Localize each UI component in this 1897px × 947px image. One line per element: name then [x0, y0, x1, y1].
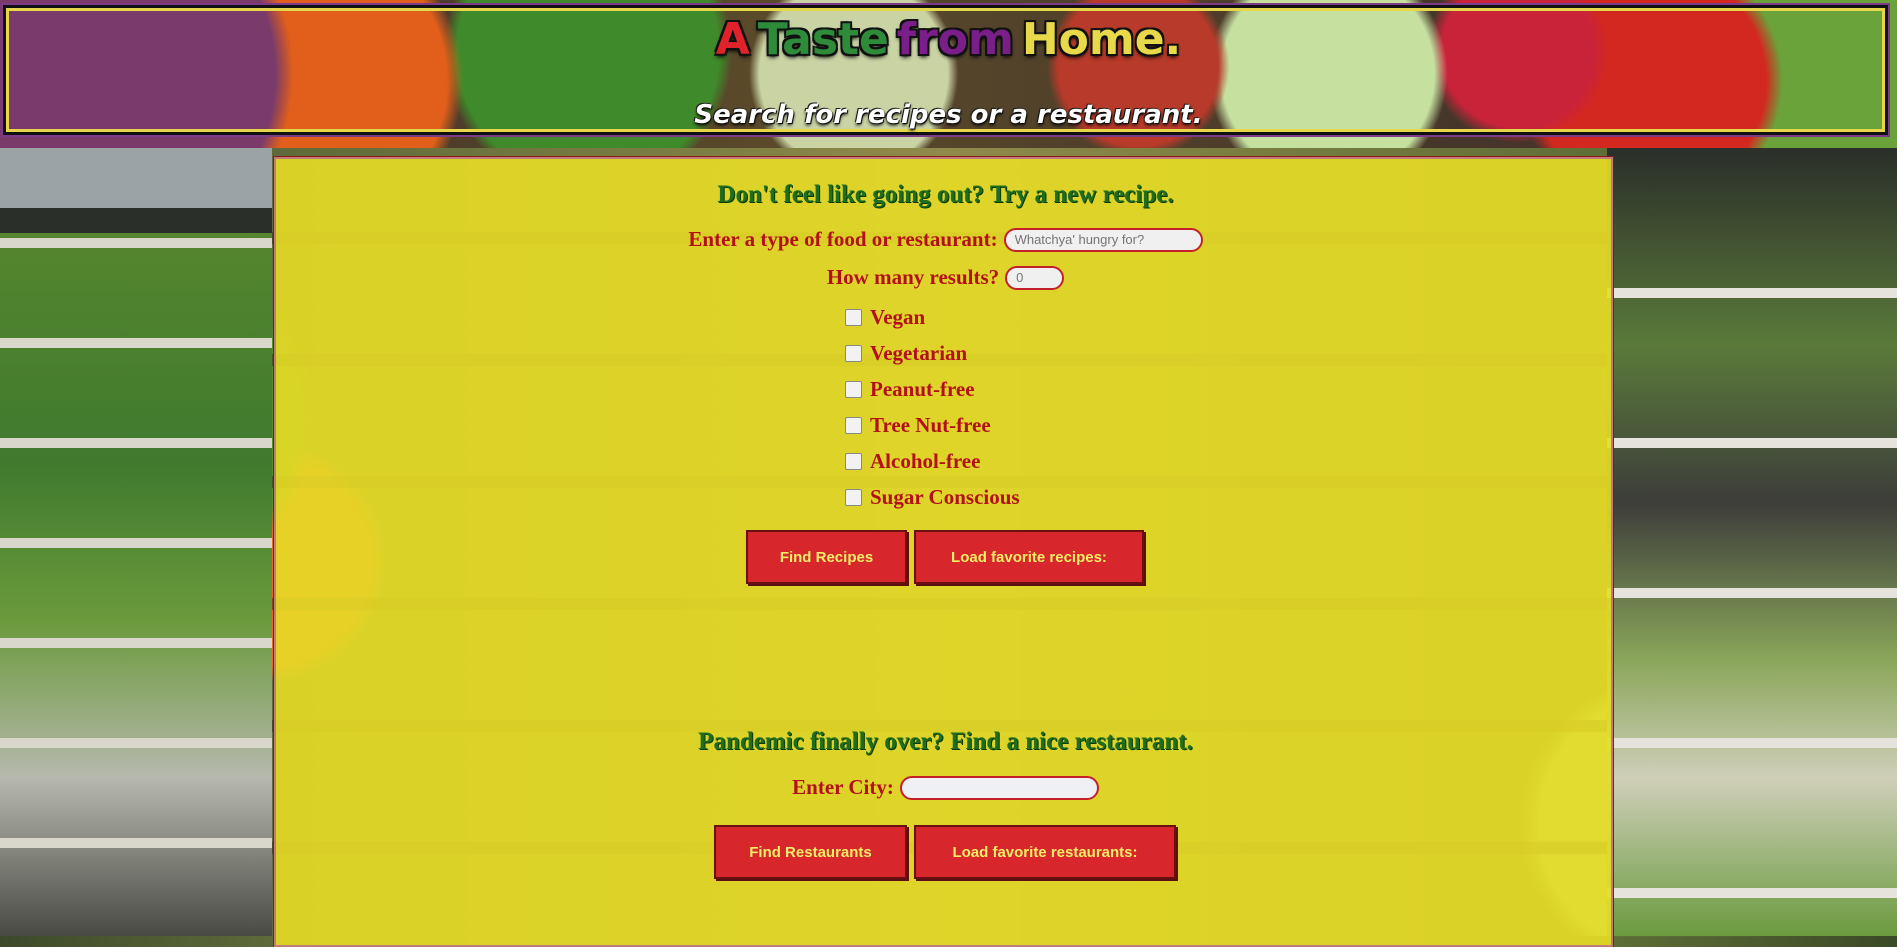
recipes-heading: Don't feel like going out? Try a new rec…	[717, 181, 1174, 208]
title-word-home: Home.	[1021, 14, 1182, 65]
header-banner: A Taste from Home. Search for recipes or a …	[0, 0, 1897, 148]
food-type-input[interactable]	[1003, 227, 1203, 252]
results-count-label: How many results?	[826, 265, 1000, 289]
title-word-from: from	[896, 14, 1014, 65]
results-count-row: How many results?	[276, 265, 1615, 290]
load-favorite-restaurants-button[interactable]: Load favorite restaurants:	[914, 825, 1176, 879]
food-type-label: Enter a type of food or restaurant:	[688, 227, 998, 251]
filter-sugar-conscious[interactable]: Sugar Conscious	[845, 485, 1020, 510]
filter-tree-nut-free[interactable]: Tree Nut-free	[845, 413, 991, 438]
vegetarian-label: Vegetarian	[870, 341, 968, 365]
tagline: Search for recipes or a restaurant.	[694, 100, 1203, 130]
tree-nut-free-label: Tree Nut-free	[870, 413, 991, 437]
peanut-free-checkbox[interactable]	[845, 381, 862, 398]
peanut-free-label: Peanut-free	[870, 377, 975, 401]
background-produce-right	[1607, 148, 1897, 936]
alcohol-free-label: Alcohol-free	[870, 449, 981, 473]
search-panel: Don't feel like going out? Try a new rec…	[273, 156, 1615, 947]
title-word-a: A	[715, 14, 750, 65]
city-label: Enter City:	[792, 775, 894, 799]
filter-vegan[interactable]: Vegan	[845, 305, 925, 330]
food-type-row: Enter a type of food or restaurant:	[276, 227, 1615, 252]
alcohol-free-checkbox[interactable]	[845, 453, 862, 470]
load-favorite-recipes-button[interactable]: Load favorite recipes:	[914, 530, 1144, 584]
filter-peanut-free[interactable]: Peanut-free	[845, 377, 975, 402]
results-count-input[interactable]	[1005, 265, 1065, 290]
site-title: A Taste from Home.	[0, 14, 1897, 65]
vegan-checkbox[interactable]	[845, 309, 862, 326]
filter-alcohol-free[interactable]: Alcohol-free	[845, 449, 980, 474]
vegetarian-checkbox[interactable]	[845, 345, 862, 362]
sugar-conscious-label: Sugar Conscious	[870, 485, 1020, 509]
title-word-taste: Taste	[757, 14, 889, 65]
tree-nut-free-checkbox[interactable]	[845, 417, 862, 434]
find-restaurants-button[interactable]: Find Restaurants	[714, 825, 907, 879]
background-produce-left	[0, 148, 272, 936]
find-recipes-button[interactable]: Find Recipes	[746, 530, 907, 584]
filter-vegetarian[interactable]: Vegetarian	[845, 341, 967, 366]
city-row: Enter City:	[276, 775, 1615, 800]
vegan-label: Vegan	[870, 305, 926, 329]
city-input[interactable]	[899, 775, 1099, 800]
sugar-conscious-checkbox[interactable]	[845, 489, 862, 506]
restaurants-heading: Pandemic finally over? Find a nice resta…	[698, 728, 1193, 755]
